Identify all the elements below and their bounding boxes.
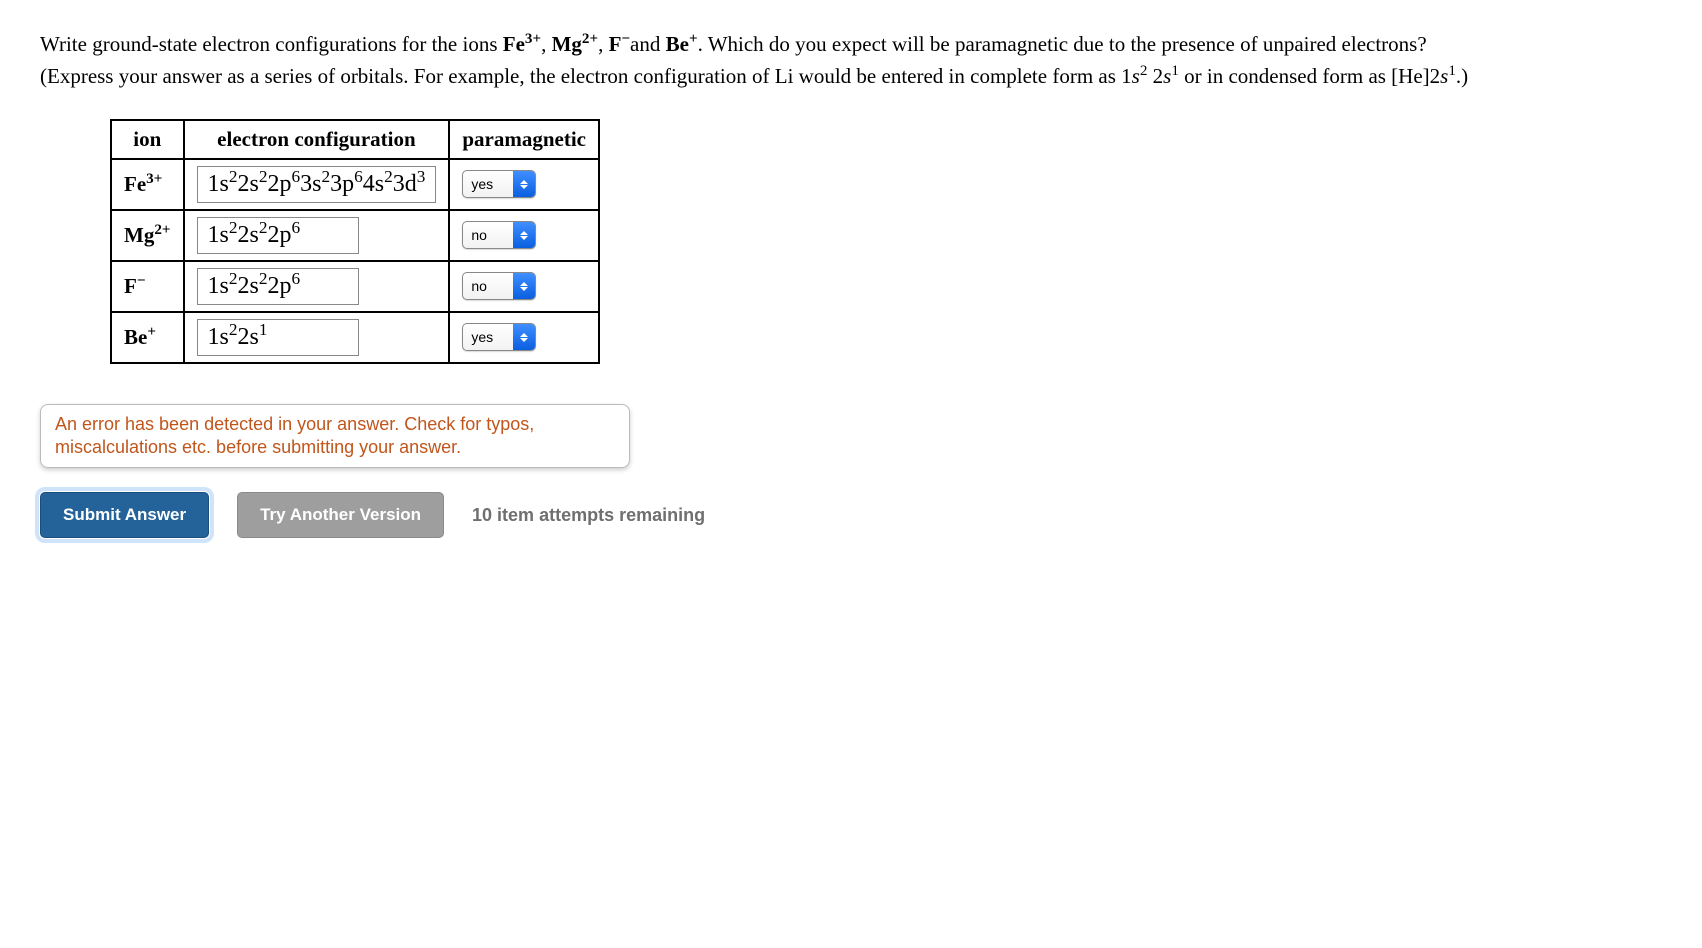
config-cell: 1s22s22p6 [184,210,450,261]
ion-mg: Mg [552,32,582,56]
electron-config-input[interactable]: 1s22s22p6 [197,268,359,305]
try-another-version-button[interactable]: Try Another Version [237,492,444,538]
error-message: An error has been detected in your answe… [40,404,630,469]
table-row: F− 1s22s22p6 no [111,261,599,312]
question-line2-mid: or in condensed form as [He]2 [1184,64,1440,88]
paramagnetic-select[interactable]: no [462,272,536,300]
paramagnetic-select[interactable]: yes [462,323,536,351]
electron-config-input[interactable]: 1s22s22p6 [197,217,359,254]
table-row: Fe3+ 1s22s22p63s23p64s23d3 yes [111,159,599,210]
select-value: no [463,273,513,299]
chevron-updown-icon [513,324,535,350]
button-row: Submit Answer Try Another Version 10 ite… [40,492,1662,538]
col-config: electron configuration [184,120,450,159]
chevron-updown-icon [513,222,535,248]
select-value: yes [463,171,513,197]
table-row: Mg2+ 1s22s22p6 no [111,210,599,261]
paramagnetic-cell: yes [449,312,599,363]
ion-f: F [609,32,622,56]
ion-be-charge: + [689,31,698,47]
paramagnetic-cell: yes [449,159,599,210]
ion-cell: F− [111,261,184,312]
config-cell: 1s22s1 [184,312,450,363]
electron-config-input[interactable]: 1s22s1 [197,319,359,356]
ion-f-charge: − [621,31,630,47]
chevron-updown-icon [513,273,535,299]
question-line2-pre: (Express your answer as a series of orbi… [40,64,1132,88]
config-cell: 1s22s22p6 [184,261,450,312]
paramagnetic-select[interactable]: yes [462,170,536,198]
col-paramagnetic: paramagnetic [449,120,599,159]
paramagnetic-select[interactable]: no [462,221,536,249]
question-line1-pre: Write ground-state electron configuratio… [40,32,503,56]
ion-mg-charge: 2+ [582,31,598,47]
select-value: yes [463,324,513,350]
answer-table: ion electron configuration paramagnetic … [110,119,600,364]
electron-config-input[interactable]: 1s22s22p63s23p64s23d3 [197,166,437,203]
ion-fe-charge: 3+ [525,31,541,47]
select-value: no [463,222,513,248]
paramagnetic-cell: no [449,261,599,312]
ion-fe: Fe [503,32,525,56]
question-text: Write ground-state electron configuratio… [40,30,1662,91]
ion-be: Be [666,32,689,56]
attempts-remaining: 10 item attempts remaining [472,505,705,526]
paramagnetic-cell: no [449,210,599,261]
col-ion: ion [111,120,184,159]
ion-cell: Fe3+ [111,159,184,210]
config-cell: 1s22s22p63s23p64s23d3 [184,159,450,210]
chevron-updown-icon [513,171,535,197]
question-line1-post: . Which do you expect will be paramagnet… [698,32,1427,56]
ion-cell: Be+ [111,312,184,363]
table-row: Be+ 1s22s1 yes [111,312,599,363]
ion-cell: Mg2+ [111,210,184,261]
submit-answer-button[interactable]: Submit Answer [40,492,209,538]
